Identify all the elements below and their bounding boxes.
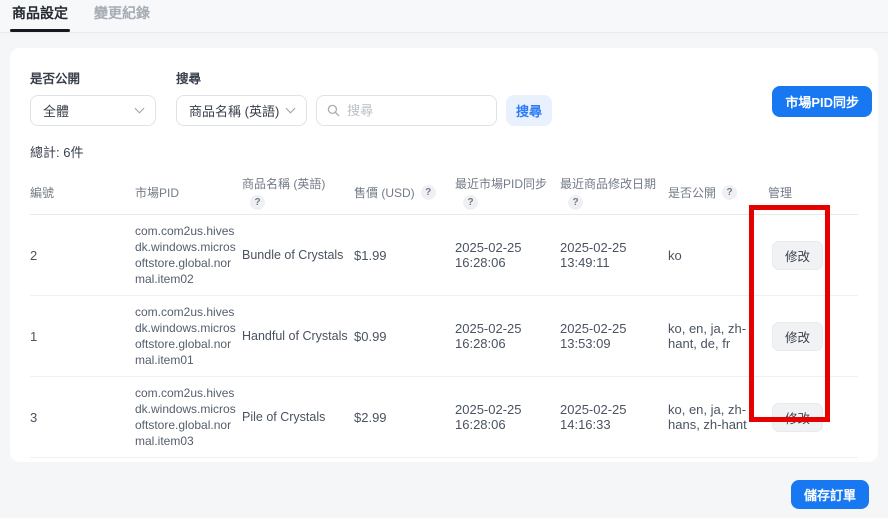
- product-table: 編號 市場PID 商品名稱 (英語) ? 售價 (USD) ? 最近市場PID同…: [30, 171, 858, 462]
- search-filter: 搜尋 商品名稱 (英語) 搜尋: [176, 68, 552, 126]
- header-market-pid: 市場PID: [135, 180, 242, 205]
- visibility-filter: 是否公開 全體: [30, 68, 156, 126]
- cell-market-pid: com.com2us.hivesdk.windows.microsoftstor…: [135, 296, 242, 376]
- cell-last-sync: 2025-02-25 16:28:06: [455, 313, 560, 359]
- header-product-name: 商品名稱 (英語) ?: [242, 171, 354, 214]
- cell-visibility: ko: [668, 240, 768, 271]
- cell-product-name: Bundle of Crystals: [242, 240, 354, 270]
- header-last-modified-label: 最近商品修改日期: [560, 175, 656, 192]
- header-no: 編號: [30, 180, 135, 205]
- cell-market-pid: com.com2us.hivesdk.windows.microsoftstor…: [135, 215, 242, 295]
- header-last-market-pid-sync: 最近市場PID同步 ?: [455, 171, 560, 214]
- header-product-name-label: 商品名稱 (英語): [242, 175, 325, 192]
- table-row: 1 com.com2us.hivesdk.windows.microsoftst…: [30, 296, 858, 377]
- cell-price: $0.99: [354, 321, 455, 352]
- cell-last-sync: 2025-02-25 16:28:06: [455, 232, 560, 278]
- visibility-select[interactable]: 全體: [30, 95, 156, 126]
- chevron-down-icon: [286, 104, 296, 114]
- help-icon[interactable]: ?: [722, 185, 737, 200]
- table-row: 3 com.com2us.hivesdk.windows.microsoftst…: [30, 377, 858, 458]
- header-price-label: 售價 (USD): [354, 184, 415, 201]
- total-count: 總計: 6件: [30, 142, 858, 161]
- search-type-select[interactable]: 商品名稱 (英語): [176, 95, 307, 126]
- save-order-button[interactable]: 儲存訂單: [791, 480, 869, 509]
- header-visibility: 是否公開 ?: [668, 180, 768, 205]
- product-settings-panel: 是否公開 全體 搜尋 商品名稱 (英語): [10, 48, 878, 462]
- table-header-row: 編號 市場PID 商品名稱 (英語) ? 售價 (USD) ? 最近市場PID同…: [30, 171, 858, 215]
- search-icon: [327, 103, 340, 118]
- help-icon[interactable]: ?: [421, 185, 436, 200]
- help-icon[interactable]: ?: [250, 195, 265, 210]
- header-price: 售價 (USD) ?: [354, 180, 455, 205]
- help-icon[interactable]: ?: [463, 195, 478, 210]
- cell-no: 1: [30, 321, 135, 352]
- cell-last-sync: 2025-02-25 16:28:06: [455, 394, 560, 440]
- search-input[interactable]: [347, 103, 486, 118]
- search-type-select-value: 商品名稱 (英語): [189, 101, 279, 120]
- cell-product-name: Pile of Crystals: [242, 402, 354, 432]
- table-row: 2 com.com2us.hivesdk.windows.microsoftst…: [30, 215, 858, 296]
- table-row: com.com2us.hives: [30, 458, 858, 462]
- edit-button[interactable]: 修改: [772, 322, 823, 351]
- cell-last-modified: 2025-02-25 14:16:33: [560, 394, 668, 440]
- filter-bar: 是否公開 全體 搜尋 商品名稱 (英語): [30, 68, 858, 126]
- header-manage: 管理: [768, 180, 858, 205]
- visibility-filter-label: 是否公開: [30, 68, 156, 87]
- cell-visibility: ko, en, ja, zh-hant, de, fr: [668, 313, 768, 359]
- search-filter-label: 搜尋: [176, 68, 552, 87]
- edit-button[interactable]: 修改: [772, 241, 823, 270]
- edit-button[interactable]: 修改: [772, 403, 823, 432]
- cell-price: $2.99: [354, 402, 455, 433]
- market-pid-sync-button[interactable]: 市場PID同步: [772, 86, 872, 117]
- chevron-down-icon: [135, 104, 145, 114]
- cell-market-pid: com.com2us.hivesdk.windows.microsoftstor…: [135, 377, 242, 457]
- header-last-modified: 最近商品修改日期 ?: [560, 171, 668, 214]
- cell-no: 3: [30, 402, 135, 433]
- cell-no: 2: [30, 240, 135, 271]
- header-visibility-label: 是否公開: [668, 184, 716, 201]
- tab-product-settings[interactable]: 商品設定: [12, 0, 68, 32]
- tab-bar: 商品設定 變更紀錄: [0, 0, 888, 33]
- search-button[interactable]: 搜尋: [506, 95, 552, 126]
- header-last-sync-label: 最近市場PID同步: [455, 175, 547, 192]
- help-icon[interactable]: ?: [568, 195, 583, 210]
- cell-last-modified: 2025-02-25 13:49:11: [560, 232, 668, 278]
- search-box: [316, 95, 497, 126]
- cell-product-name: Handful of Crystals: [242, 321, 354, 351]
- cell-visibility: ko, en, ja, zh-hans, zh-hant: [668, 394, 768, 440]
- cell-last-modified: 2025-02-25 13:53:09: [560, 313, 668, 359]
- visibility-select-value: 全體: [43, 101, 69, 120]
- tab-change-log[interactable]: 變更紀錄: [94, 0, 150, 32]
- cell-price: $1.99: [354, 240, 455, 271]
